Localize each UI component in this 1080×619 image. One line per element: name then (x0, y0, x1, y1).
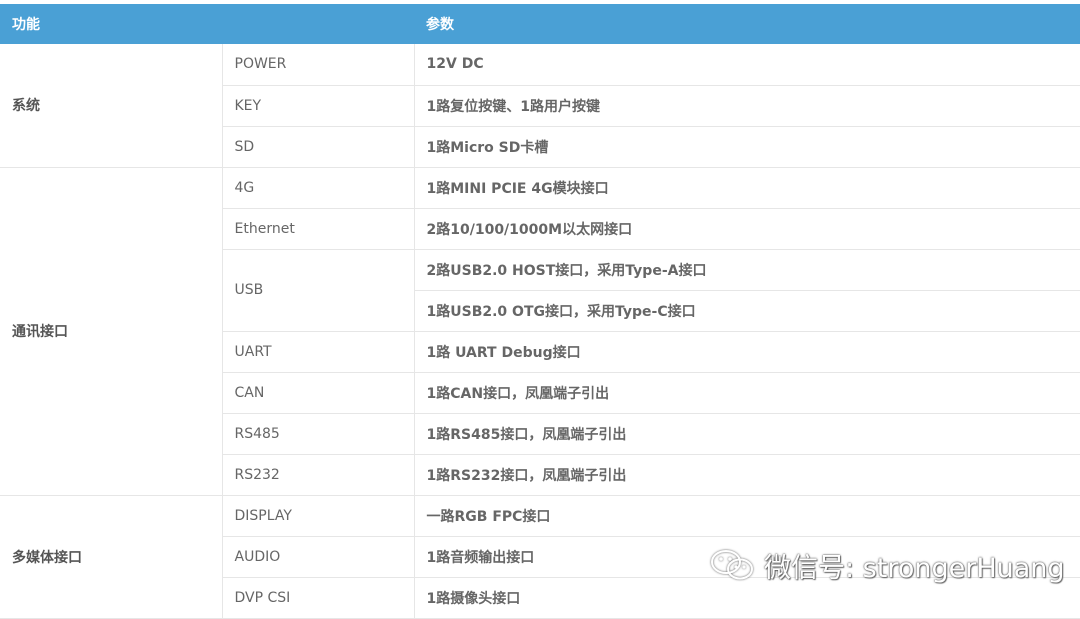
item-value: 1路RS232接口，凤凰端子引出 (414, 454, 1080, 496)
item-label: 4G (222, 167, 415, 209)
item-value: 2路10/100/1000M以太网接口 (414, 208, 1080, 250)
spec-table: 功能 参数 系统 POWER 12V DC KEY 1路复位按键、1路用户按键 … (0, 4, 1080, 619)
item-value: 2路USB2.0 HOST接口，采用Type-A接口 (414, 249, 1080, 291)
item-value: 1路 UART Debug接口 (414, 331, 1080, 373)
item-label: DVP CSI (222, 577, 415, 619)
item-label: Ethernet (222, 208, 415, 250)
table-header-row: 功能 参数 (0, 4, 1080, 44)
item-label: POWER (222, 44, 415, 86)
item-value: 1路USB2.0 OTG接口，采用Type-C接口 (414, 290, 1080, 332)
group-multimedia: 多媒体接口 (0, 495, 223, 619)
group-communication: 通讯接口 (0, 167, 223, 496)
item-label: KEY (222, 85, 415, 127)
item-label: CAN (222, 372, 415, 414)
item-value: 1路CAN接口，凤凰端子引出 (414, 372, 1080, 414)
item-label: UART (222, 331, 415, 373)
item-label: DISPLAY (222, 495, 415, 537)
item-label: USB (222, 249, 415, 332)
watermark-text: 微信号: strongerHuang (764, 552, 1065, 584)
item-value: 1路RS485接口，凤凰端子引出 (414, 413, 1080, 455)
table-row: 多媒体接口 DISPLAY 一路RGB FPC接口 (0, 495, 1080, 619)
table-row: 系统 POWER 12V DC (0, 44, 1080, 168)
item-label: RS232 (222, 454, 415, 496)
table-row: 通讯接口 4G 1路MINI PCIE 4G模块接口 (0, 167, 1080, 496)
wechat-icon (711, 550, 753, 580)
item-label: SD (222, 126, 415, 168)
header-parameters: 参数 (414, 4, 1080, 44)
item-label: RS485 (222, 413, 415, 455)
item-value: 一路RGB FPC接口 (414, 495, 1080, 537)
wechat-watermark: 微信号: strongerHuang (710, 545, 1065, 585)
item-value: 12V DC (414, 44, 1080, 86)
group-system: 系统 (0, 44, 223, 168)
item-value: 1路Micro SD卡槽 (414, 126, 1080, 168)
item-label: AUDIO (222, 536, 415, 578)
item-value: 1路MINI PCIE 4G模块接口 (414, 167, 1080, 209)
header-function: 功能 (0, 4, 414, 44)
item-value: 1路复位按键、1路用户按键 (414, 85, 1080, 127)
